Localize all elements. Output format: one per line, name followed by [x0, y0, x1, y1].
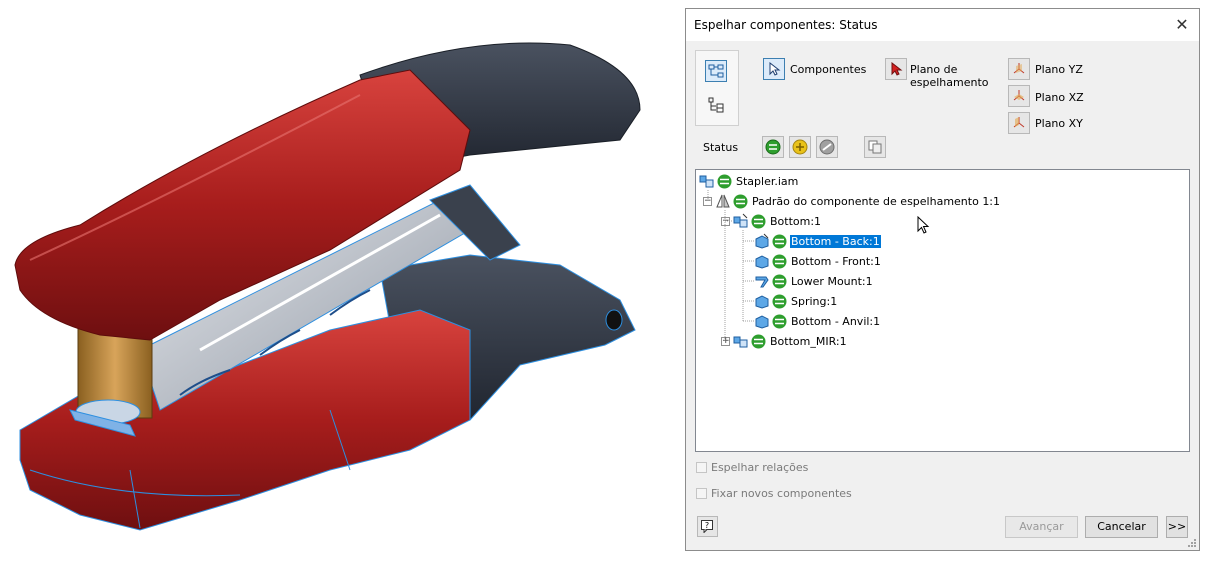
component-tree[interactable]: Stapler.iam − Padrão do componente de es…	[695, 169, 1190, 452]
status-mode-button[interactable]	[705, 60, 727, 82]
selected-node-label: Bottom - Back:1	[790, 234, 881, 248]
cancel-button[interactable]: Cancelar	[1085, 516, 1158, 538]
stapler-model[interactable]	[0, 0, 680, 563]
svg-text:?: ?	[705, 521, 709, 530]
mirror-relations-checkbox[interactable]	[696, 462, 707, 473]
close-icon[interactable]: ✕	[1171, 14, 1193, 36]
status-label: Status	[703, 141, 739, 154]
yellow-reuse-status-icon	[792, 139, 808, 155]
components-label: Componentes	[790, 63, 867, 76]
red-cursor-arrow-icon	[891, 62, 903, 76]
status-reuse-button[interactable]	[789, 136, 811, 158]
plane-xy-label: Plano XY	[1035, 117, 1083, 130]
plane-xy-icon	[1013, 117, 1025, 128]
mirror-plane-label-1: Plano de	[910, 63, 958, 76]
mouse-cursor-icon	[917, 216, 930, 234]
mirror-components-dialog: Espelhar componentes: Status ✕ Component…	[685, 8, 1200, 551]
mirror-center-of-gravity-button[interactable]	[864, 136, 886, 158]
create-tree-icon	[708, 97, 724, 113]
help-button[interactable]: ?	[697, 516, 718, 537]
plane-xy-button[interactable]	[1008, 112, 1030, 134]
plane-yz-label: Plano YZ	[1035, 63, 1083, 76]
help-icon: ?	[701, 520, 713, 533]
mirror-plane-label-2: espelhamento	[910, 76, 989, 89]
plane-xz-label: Plano XZ	[1035, 91, 1084, 104]
create-mode-button[interactable]	[705, 94, 727, 116]
plane-yz-button[interactable]	[1008, 58, 1030, 80]
fix-new-components-label: Fixar novos componentes	[711, 487, 852, 500]
tree-connectors	[707, 190, 754, 341]
status-tree-icon	[708, 64, 724, 78]
status-exclude-button[interactable]	[816, 136, 838, 158]
status-include-button[interactable]	[762, 136, 784, 158]
grey-exclude-status-icon	[819, 139, 835, 155]
plane-xz-button[interactable]	[1008, 85, 1030, 107]
dialog-title: Espelhar componentes: Status	[694, 18, 878, 32]
green-include-status-icon	[765, 139, 781, 155]
more-button[interactable]: >>	[1166, 516, 1188, 538]
cursor-arrow-icon	[769, 62, 781, 76]
copy-icon	[868, 140, 882, 154]
resize-grip-icon[interactable]	[1187, 538, 1197, 548]
mirror-relations-label: Espelhar relações	[711, 461, 809, 474]
mode-selector	[695, 50, 739, 126]
graphics-viewport[interactable]	[0, 0, 680, 563]
fix-new-components-checkbox[interactable]	[696, 488, 707, 499]
plane-yz-icon	[1013, 63, 1025, 74]
mirror-plane-select-button[interactable]	[885, 58, 907, 80]
next-button[interactable]: Avançar	[1005, 516, 1078, 538]
plane-xz-icon	[1013, 90, 1025, 101]
dialog-titlebar[interactable]: Espelhar componentes: Status ✕	[686, 9, 1199, 41]
components-select-button[interactable]	[763, 58, 785, 80]
